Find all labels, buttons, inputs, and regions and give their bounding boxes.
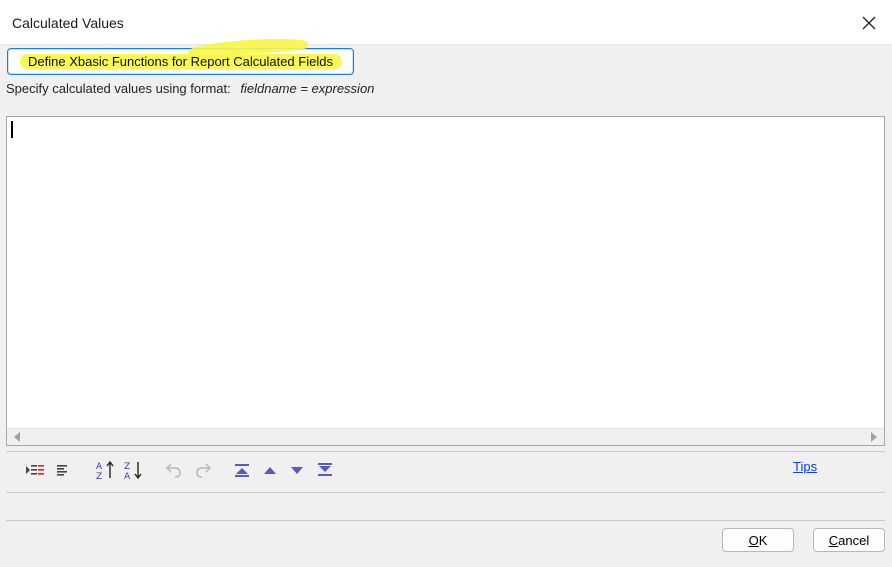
outdent-button[interactable] xyxy=(52,459,74,481)
horizontal-scrollbar[interactable] xyxy=(7,428,884,445)
undo-icon xyxy=(165,463,181,478)
svg-text:A: A xyxy=(124,472,131,481)
ok-button[interactable]: OK xyxy=(722,528,794,552)
divider xyxy=(6,520,885,521)
indent-button[interactable] xyxy=(24,459,46,481)
svg-text:Z: Z xyxy=(96,472,102,481)
undo-button[interactable] xyxy=(163,459,185,481)
sort-descending-button[interactable]: Z A xyxy=(123,459,145,481)
move-top-button[interactable] xyxy=(231,459,253,481)
window-title: Calculated Values xyxy=(12,15,124,31)
instruction-text: Specify calculated values using format: xyxy=(6,81,231,96)
sort-ascending-button[interactable]: A Z xyxy=(95,459,117,481)
scroll-left-button[interactable] xyxy=(12,432,22,442)
ok-mnemonic: O xyxy=(748,532,759,548)
text-caret xyxy=(11,121,13,138)
divider xyxy=(6,492,885,493)
sort-descending-icon: Z A xyxy=(124,462,142,481)
move-down-icon xyxy=(291,467,303,474)
redo-icon xyxy=(196,463,212,478)
move-down-button[interactable] xyxy=(286,459,308,481)
calculated-values-editor[interactable] xyxy=(6,116,885,446)
move-up-icon xyxy=(264,467,276,474)
outdent-icon xyxy=(57,465,67,476)
move-bottom-button[interactable] xyxy=(314,459,336,481)
scroll-right-button[interactable] xyxy=(869,432,879,442)
define-xbasic-functions-label: Define Xbasic Functions for Report Calcu… xyxy=(28,54,333,69)
svg-text:Z: Z xyxy=(124,462,130,472)
svg-text:A: A xyxy=(96,462,103,472)
move-top-icon xyxy=(235,464,249,477)
cancel-button[interactable]: Cancel xyxy=(813,528,885,552)
format-example: fieldname = expression xyxy=(240,81,375,96)
move-bottom-icon xyxy=(318,463,332,476)
sort-ascending-icon: A Z xyxy=(96,460,114,481)
cancel-label: ancel xyxy=(838,532,870,548)
define-xbasic-functions-button[interactable]: Define Xbasic Functions for Report Calcu… xyxy=(7,35,354,75)
close-button[interactable] xyxy=(856,10,882,36)
ok-label: K xyxy=(758,532,768,548)
tips-link[interactable]: Tips xyxy=(793,459,817,474)
chevron-right-icon xyxy=(871,432,877,442)
divider xyxy=(6,451,885,452)
move-up-button[interactable] xyxy=(259,459,281,481)
title-bar: Calculated Values xyxy=(0,0,892,45)
indent-icon xyxy=(26,465,44,475)
cancel-mnemonic: C xyxy=(828,532,839,548)
chevron-left-icon xyxy=(14,432,20,442)
editor-toolbar: A Z Z A xyxy=(20,459,860,483)
redo-button[interactable] xyxy=(192,459,214,481)
format-instruction: Specify calculated values using format: … xyxy=(6,81,374,96)
close-icon xyxy=(862,16,876,30)
